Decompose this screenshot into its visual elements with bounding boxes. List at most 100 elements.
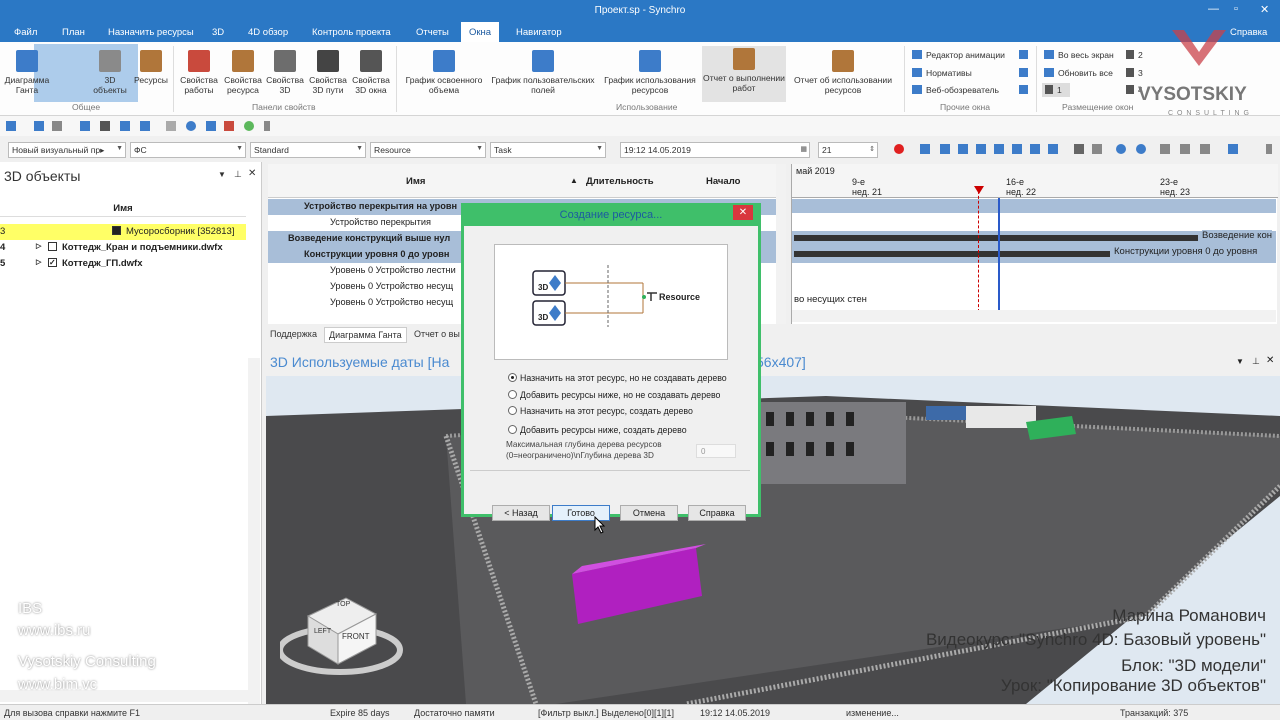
- depth-input[interactable]: 0: [696, 444, 736, 458]
- menu-windows[interactable]: Окна: [461, 22, 500, 42]
- close-icon[interactable]: ✕: [733, 205, 753, 220]
- menu-assign-resources[interactable]: Назначить ресурсы: [108, 27, 194, 38]
- 3d-properties-button[interactable]: Свойства 3D: [264, 48, 306, 95]
- earned-value-chart-button[interactable]: График освоенного объема: [398, 48, 490, 95]
- 3d-window-properties-button[interactable]: Свойства 3D окна: [350, 48, 392, 95]
- tab-support[interactable]: Поддержка: [266, 327, 321, 341]
- settings-icon[interactable]: [1019, 85, 1028, 94]
- more-icon[interactable]: [264, 121, 270, 131]
- help-button[interactable]: Справка: [688, 505, 746, 521]
- last-icon[interactable]: [1030, 144, 1040, 154]
- layout-1-button[interactable]: 1: [1042, 83, 1070, 97]
- 3d-view[interactable]: 3D Используемые даты [На 56x407] ▼ ⊥ ✕ T…: [266, 350, 1280, 704]
- 3d-objects-button[interactable]: 3D объекты: [88, 48, 132, 95]
- close-icon[interactable]: ✕: [248, 168, 256, 179]
- fullscreen-button[interactable]: Во весь экран: [1044, 50, 1114, 60]
- column-name[interactable]: Имя: [406, 176, 425, 187]
- option-add-no-tree[interactable]: Добавить ресурсы ниже, но не создавать д…: [508, 390, 720, 400]
- printer-icon[interactable]: [100, 121, 110, 131]
- visual-profile-select[interactable]: Новый визуальный пр▸ ▼: [8, 142, 126, 158]
- checkbox[interactable]: [112, 226, 121, 235]
- pin-icon[interactable]: ⊥: [1252, 356, 1260, 367]
- column-start[interactable]: Начало: [706, 176, 740, 187]
- scrollbar[interactable]: [776, 164, 786, 324]
- more-icon[interactable]: [1266, 144, 1272, 154]
- date-time-field[interactable]: 19:12 14.05.2019 ▦: [620, 142, 810, 158]
- menu-project-control[interactable]: Контроль проекта: [312, 27, 391, 38]
- menu-plan[interactable]: План: [62, 27, 85, 38]
- save-icon[interactable]: [34, 121, 44, 131]
- norms-button[interactable]: Нормативы: [912, 68, 972, 78]
- maximize-icon[interactable]: ▫: [1234, 3, 1238, 15]
- resources-button[interactable]: Ресурсы: [132, 48, 170, 85]
- tab-report[interactable]: Отчет о вы: [410, 327, 464, 341]
- menu-4d-review[interactable]: 4D обзор: [248, 27, 288, 38]
- minimize-icon[interactable]: —: [1208, 3, 1219, 15]
- back-button[interactable]: < Назад: [492, 505, 550, 521]
- option-assign-no-tree[interactable]: Назначить на этот ресурс, но не создават…: [508, 373, 727, 383]
- expand-icon[interactable]: ▷: [36, 242, 41, 250]
- menu-navigator[interactable]: Навигатор: [516, 27, 562, 38]
- prev-icon[interactable]: [940, 144, 950, 154]
- up-icon[interactable]: [1116, 144, 1126, 154]
- scrollbar[interactable]: [792, 310, 1276, 322]
- scrollbar[interactable]: [248, 358, 260, 704]
- checkbox[interactable]: [48, 242, 57, 251]
- resource-properties-button[interactable]: Свойства ресурса: [220, 48, 266, 95]
- print-icon[interactable]: [80, 121, 90, 131]
- down-icon[interactable]: [1136, 144, 1146, 154]
- settings-icon[interactable]: [1019, 68, 1028, 77]
- gantt-chart-button[interactable]: Диаграмма Ганта: [4, 48, 50, 95]
- close-icon[interactable]: ✕: [1260, 3, 1269, 16]
- settings-icon[interactable]: [1160, 144, 1170, 154]
- status-icon[interactable]: [244, 121, 254, 131]
- pin-icon[interactable]: ⊥: [234, 169, 242, 180]
- settings-icon[interactable]: [1019, 50, 1028, 59]
- flag-icon[interactable]: [224, 121, 234, 131]
- chevron-down-icon[interactable]: ▼: [218, 170, 226, 179]
- menu-reports[interactable]: Отчеты: [416, 27, 449, 38]
- cancel-button[interactable]: Отмена: [620, 505, 678, 521]
- list-item[interactable]: 4 ▷ Коттедж_Кран и подъемники.dwfx: [0, 240, 246, 256]
- play-icon[interactable]: [994, 144, 1004, 154]
- resource-usage-chart-button[interactable]: График использования ресурсов: [598, 48, 702, 95]
- column-name[interactable]: Имя: [0, 200, 246, 217]
- chevron-down-icon[interactable]: ▼: [1236, 357, 1244, 366]
- tab-gantt[interactable]: Диаграмма Ганта: [324, 327, 407, 343]
- standard-select[interactable]: Standard ▼: [250, 142, 366, 158]
- summary-bar[interactable]: [794, 251, 1110, 257]
- checkbox[interactable]: ✓: [48, 258, 57, 267]
- redo-icon[interactable]: [166, 121, 176, 131]
- layout-3-button[interactable]: 3: [1126, 68, 1143, 78]
- stop-icon[interactable]: [976, 144, 986, 154]
- first-icon[interactable]: [920, 144, 930, 154]
- next-icon[interactable]: [1012, 144, 1022, 154]
- image-icon[interactable]: [1092, 144, 1102, 154]
- marker-icon[interactable]: [974, 186, 984, 194]
- work-report-button[interactable]: Отчет о выполнении работ: [702, 46, 786, 102]
- 3d-path-properties-button[interactable]: Свойства 3D пути: [306, 48, 350, 95]
- summary-bar[interactable]: [794, 235, 1198, 241]
- new-icon[interactable]: [52, 121, 62, 131]
- gear-icon[interactable]: [120, 121, 130, 131]
- fs-select[interactable]: ФС ▼: [130, 142, 246, 158]
- home-icon[interactable]: [206, 121, 216, 131]
- loop-icon[interactable]: [1048, 144, 1058, 154]
- settings-icon[interactable]: [1200, 144, 1210, 154]
- option-add-tree[interactable]: Добавить ресурсы ниже, создать дерево: [508, 425, 687, 435]
- animation-editor-button[interactable]: Редактор анимации: [912, 50, 1005, 60]
- help-icon[interactable]: [186, 121, 196, 131]
- step-field[interactable]: 21 ⇕: [818, 142, 878, 158]
- settings-icon[interactable]: [1180, 144, 1190, 154]
- dropdown-play-icon[interactable]: [1228, 144, 1238, 154]
- refresh-all-button[interactable]: Обновить все: [1044, 68, 1113, 78]
- open-icon[interactable]: [6, 121, 16, 131]
- column-duration[interactable]: Длительность: [586, 176, 654, 187]
- menu-3d[interactable]: 3D: [212, 27, 224, 38]
- option-assign-tree[interactable]: Назначить на этот ресурс, создать дерево: [508, 406, 693, 416]
- layout-2-button[interactable]: 2: [1126, 50, 1143, 60]
- list-item[interactable]: 5 ▷ ✓ Коттедж_ГП.dwfx: [0, 256, 246, 272]
- step-back-icon[interactable]: [958, 144, 968, 154]
- task-properties-button[interactable]: Свойства работы: [176, 48, 222, 95]
- undo-icon[interactable]: [140, 121, 150, 131]
